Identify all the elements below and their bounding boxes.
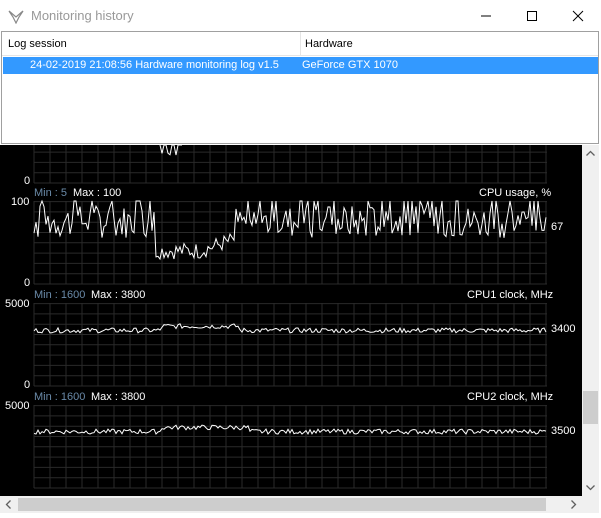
chevron-left-icon xyxy=(5,500,11,509)
graph-ymin-label: 0 xyxy=(24,175,31,187)
vertical-scrollbar[interactable] xyxy=(582,145,599,496)
graph-title: CPU2 clock, MHz xyxy=(467,391,554,403)
graph-min-label: Min : 1600 xyxy=(34,391,86,403)
app-icon xyxy=(8,10,24,24)
close-icon xyxy=(572,10,584,22)
graph-max-label: Max : 100 xyxy=(73,187,122,199)
scrollbar-corner xyxy=(582,496,599,513)
graph-current-value: 3500 xyxy=(551,425,576,437)
minimize-button[interactable] xyxy=(463,0,509,31)
graph-ymax-label: 5000 xyxy=(5,298,30,310)
graph-max-label: Max : 3800 xyxy=(91,391,146,403)
graph-ymin-label: 0 xyxy=(24,277,31,289)
graph-min-label: Min : 5 xyxy=(34,187,68,199)
graph-ymax-label: 5000 xyxy=(5,400,30,412)
column-header-log-session[interactable]: Log session xyxy=(8,32,67,56)
title-bar[interactable]: Monitoring history xyxy=(0,0,601,31)
horizontal-scroll-thumb[interactable] xyxy=(18,498,546,511)
graph-current-value: 67 xyxy=(551,221,564,233)
vertical-scroll-thumb[interactable] xyxy=(583,391,598,424)
monitoring-graph-area[interactable]: 0 Min : 5 Max : 100 CPU usage, % 100 67 … xyxy=(0,145,582,496)
chevron-right-icon xyxy=(571,500,577,509)
graph-max-label: Max : 3800 xyxy=(91,289,146,301)
graph-ymin-label: 0 xyxy=(24,379,31,391)
chevron-down-icon xyxy=(586,485,595,491)
maximize-button[interactable] xyxy=(509,0,555,31)
column-divider[interactable] xyxy=(300,32,301,56)
graph-title: CPU usage, % xyxy=(479,187,552,199)
log-session-cell: 24-02-2019 21:08:56 Hardware monitoring … xyxy=(30,59,279,71)
column-header-hardware[interactable]: Hardware xyxy=(305,32,353,56)
graph-ymax-label: 100 xyxy=(11,196,30,208)
scroll-left-button[interactable] xyxy=(0,496,17,513)
maximize-icon xyxy=(527,11,537,21)
log-row-selected[interactable]: 24-02-2019 21:08:56 Hardware monitoring … xyxy=(3,57,598,74)
scroll-right-button[interactable] xyxy=(565,496,582,513)
scroll-up-button[interactable] xyxy=(582,145,599,162)
window-title: Monitoring history xyxy=(31,8,134,23)
graph-min-label: Min : 1600 xyxy=(34,289,86,301)
chevron-up-icon xyxy=(586,150,595,156)
hardware-cell: GeForce GTX 1070 xyxy=(302,59,398,71)
minimize-icon xyxy=(481,15,491,17)
header-separator xyxy=(2,55,598,56)
log-session-list[interactable]: Log session Hardware 24-02-2019 21:08:56… xyxy=(1,31,599,144)
scroll-down-button[interactable] xyxy=(582,479,599,496)
horizontal-scrollbar[interactable] xyxy=(0,496,582,513)
graph-current-value: 3400 xyxy=(551,323,576,335)
graph-title: CPU1 clock, MHz xyxy=(467,289,554,301)
graph-trace xyxy=(159,145,182,156)
close-button[interactable] xyxy=(555,0,601,31)
